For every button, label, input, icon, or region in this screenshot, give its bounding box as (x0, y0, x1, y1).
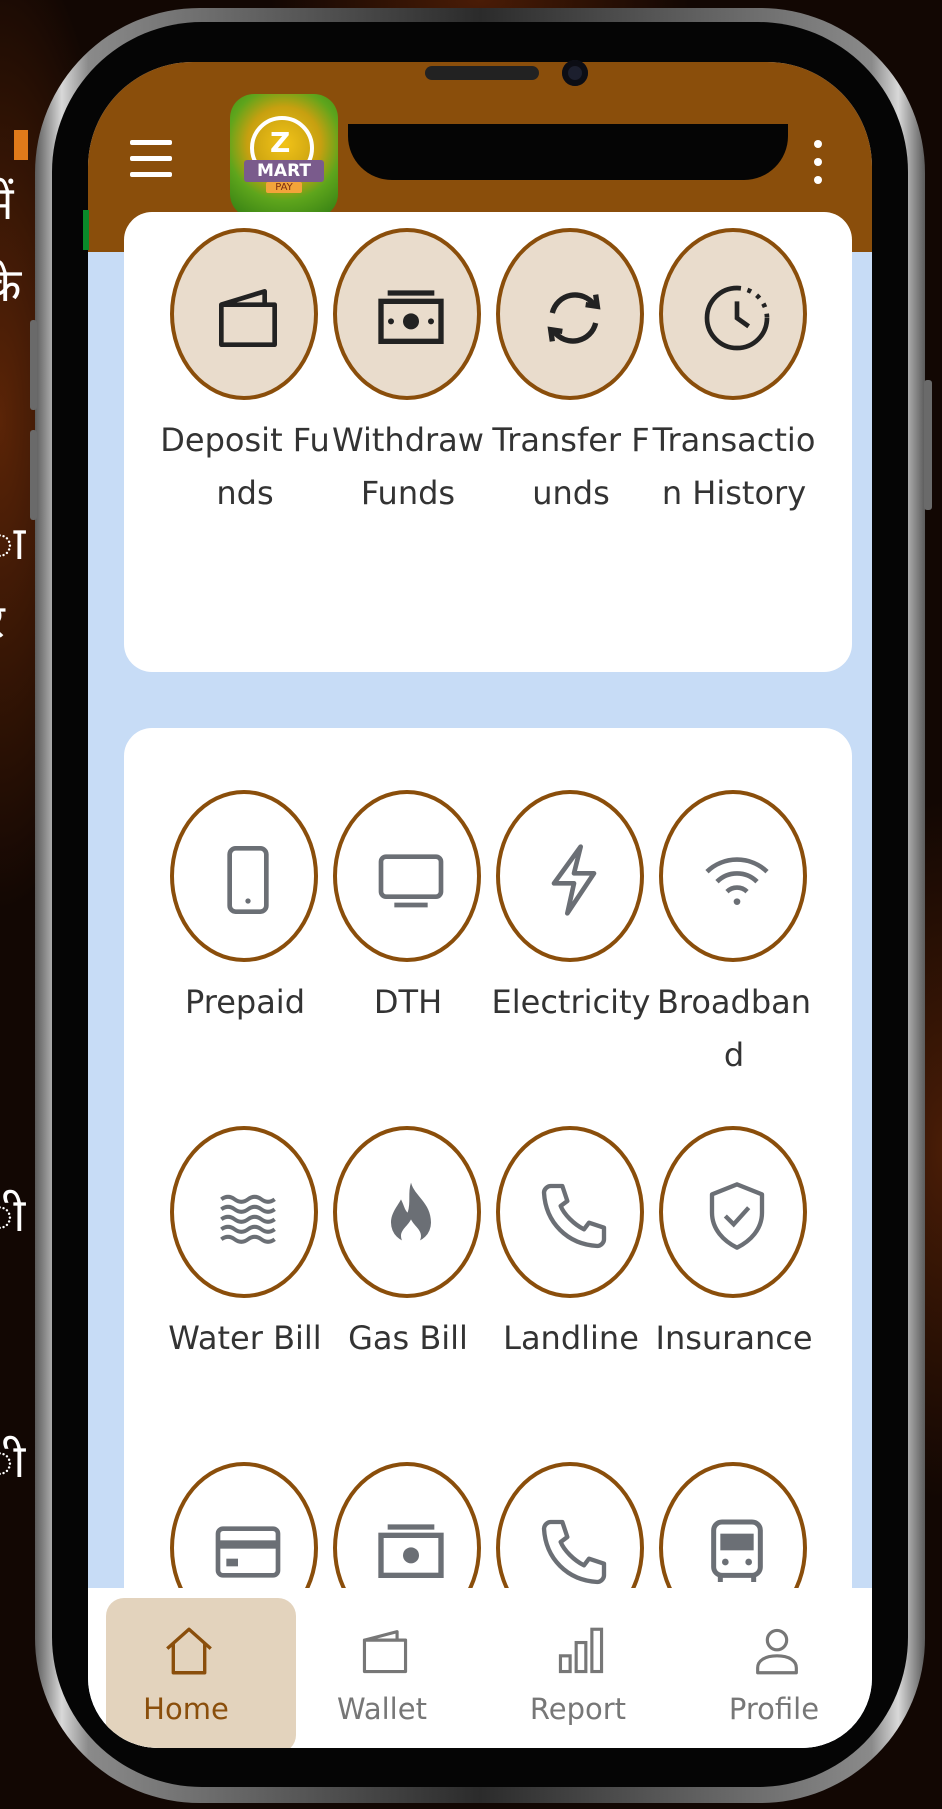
phone-camera (562, 60, 588, 86)
wifi-icon (705, 857, 769, 905)
phone-side-button (924, 380, 932, 510)
tile-label: Insurance (655, 1319, 813, 1357)
wallet-icon (362, 1630, 408, 1674)
phone-notch (348, 124, 788, 180)
tile-circle (659, 790, 807, 962)
logo-subtext: PAY (266, 182, 302, 193)
tile-label: Landline (503, 1319, 639, 1357)
bg-text-line: ी (0, 1188, 26, 1242)
hamburger-menu-icon (130, 140, 172, 145)
bg-text-line: के (0, 258, 22, 312)
bg-text-line: ा (0, 516, 26, 570)
tile-label: Transaction History (652, 421, 816, 512)
phone-icon (541, 1519, 607, 1585)
tile-label: DTH (373, 983, 443, 1021)
wallet-icon (219, 289, 277, 347)
banknote-icon (378, 290, 444, 344)
bg-text-line: , (0, 868, 1, 914)
vertical-dots-icon-dot (814, 176, 822, 184)
tile-circle (170, 228, 318, 400)
background-hindi-text: में के ा र , । ी ी (0, 0, 30, 1809)
nav-wallet[interactable]: Wallet (284, 1588, 480, 1748)
phone-volume-button (30, 320, 37, 410)
tile-circle (333, 790, 481, 962)
vertical-dots-icon-dot (814, 158, 822, 166)
tile-circle (333, 1126, 481, 1298)
nav-profile[interactable]: Profile (676, 1588, 872, 1748)
bar-chart-icon (558, 1627, 604, 1674)
hamburger-menu-icon-bar (130, 156, 172, 161)
tile-label: Deposit Funds (160, 421, 330, 512)
smartphone-icon (227, 846, 269, 914)
phone-volume-button (30, 430, 37, 520)
bg-text-line: ी (0, 1434, 26, 1488)
phone-icon (541, 1183, 607, 1249)
tile-circle (496, 790, 644, 962)
nav-home[interactable]: Home (88, 1588, 296, 1748)
phone-speaker (425, 66, 539, 80)
lightning-icon (551, 844, 597, 916)
logo-letter: Z (270, 126, 291, 159)
banknote-icon (378, 1524, 444, 1578)
bottom-navigation: Home Wallet Report Profile (88, 1588, 872, 1748)
nav-report[interactable]: Report (480, 1588, 676, 1748)
flag-stripe-green (83, 210, 89, 250)
home-icon (166, 1627, 212, 1675)
tile-label: Withdraw Funds (332, 421, 484, 512)
tile-circle (496, 1126, 644, 1298)
bus-icon (711, 1519, 763, 1582)
tile-label: Prepaid (185, 983, 305, 1021)
nav-label: Report (529, 1692, 627, 1726)
app-screen: Z MART PAY Deposit Funds Withdraw Funds (88, 62, 872, 1748)
tile-circle (170, 790, 318, 962)
bg-text-line: में (0, 180, 14, 226)
user-icon (756, 1628, 798, 1675)
tile-circle (659, 1126, 807, 1298)
shield-check-icon (709, 1182, 765, 1250)
more-options-button[interactable] (812, 140, 824, 184)
menu-button[interactable] (130, 140, 176, 180)
tv-icon (378, 854, 444, 908)
nav-label: Wallet (337, 1692, 427, 1726)
tile-circle (170, 1126, 318, 1298)
refresh-arrows-icon (547, 292, 601, 344)
nav-label: Profile (728, 1692, 820, 1726)
tile-label: Gas Bill (348, 1319, 468, 1357)
tile-circle (496, 228, 644, 400)
wallet-actions-card: Deposit Funds Withdraw Funds Transfer Fu… (124, 212, 852, 672)
tile-label: Broadband (656, 983, 812, 1074)
bg-text-line: । (0, 1112, 3, 1158)
app-logo[interactable]: Z MART PAY (230, 94, 338, 218)
credit-card-icon (215, 1526, 281, 1578)
tile-label: Electricity (491, 983, 651, 1021)
tile-circle (659, 228, 807, 400)
flame-icon (391, 1182, 431, 1246)
hamburger-menu-icon-bar (130, 172, 172, 177)
tile-circle (333, 228, 481, 400)
logo-text: MART (244, 160, 324, 182)
tile-label: Transfer Funds (492, 421, 650, 512)
tile-label: Water Bill (168, 1319, 322, 1357)
nav-label: Home (143, 1692, 229, 1726)
clock-history-icon (704, 285, 770, 351)
water-waves-icon (220, 1194, 276, 1244)
bg-text-line: र (0, 598, 5, 644)
vertical-dots-icon (814, 140, 822, 148)
